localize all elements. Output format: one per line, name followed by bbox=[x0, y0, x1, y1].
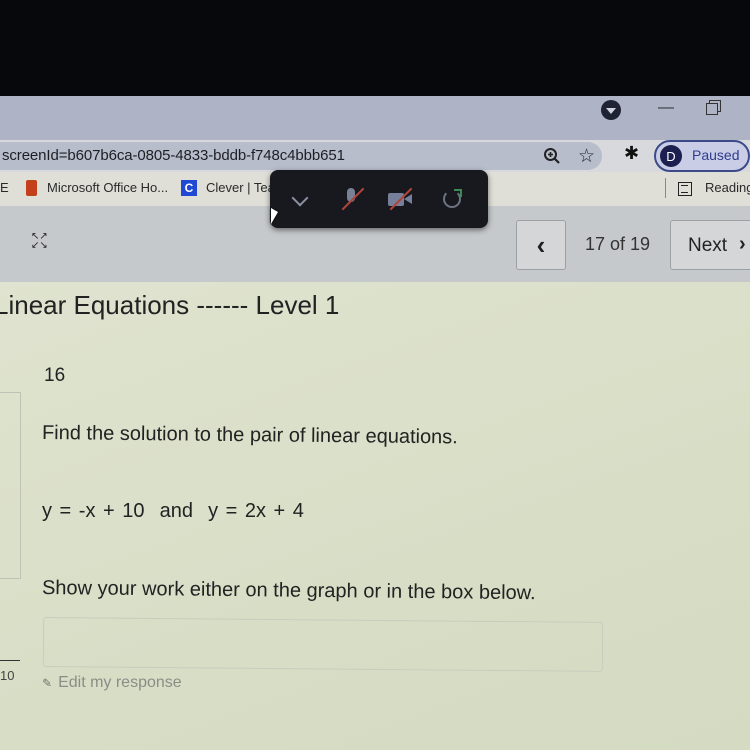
edit-response-link[interactable]: ✏ Edit my response bbox=[38, 674, 182, 692]
side-score: 10 bbox=[0, 668, 15, 683]
clever-icon: C bbox=[181, 180, 197, 196]
muted-slash bbox=[341, 187, 365, 211]
page-title: Linear Equations ------ Level 1 bbox=[0, 290, 340, 320]
microsoft-office-icon bbox=[26, 180, 37, 196]
chevron-down-icon[interactable] bbox=[289, 188, 317, 212]
omnibox[interactable]: screenId=b607b6ca-0805-4833-bddb-f748c4b… bbox=[0, 142, 602, 170]
reading-list-icon bbox=[678, 182, 692, 196]
question-prompt: Find the solution to the pair of linear … bbox=[41, 422, 458, 449]
address-bar: screenId=b607b6ca-0805-4833-bddb-f748c4b… bbox=[0, 140, 750, 172]
profile-status: Paused bbox=[692, 147, 740, 163]
restore-button[interactable] bbox=[706, 100, 721, 115]
reading-list-button[interactable]: Reading bbox=[705, 180, 750, 195]
star-icon[interactable]: ☆ bbox=[578, 145, 595, 168]
profile-button[interactable]: D Paused bbox=[654, 140, 750, 172]
bookmark-microsoft-office[interactable]: Microsoft Office Ho... bbox=[47, 180, 168, 195]
previous-button[interactable]: ‹ bbox=[516, 220, 566, 270]
profile-dropdown-icon[interactable] bbox=[601, 100, 621, 120]
fullscreen-icon[interactable]: ↖↗ ↙↘ bbox=[31, 232, 51, 252]
mic-muted-icon[interactable] bbox=[338, 187, 366, 212]
minimize-button[interactable]: — bbox=[656, 98, 676, 118]
next-button[interactable]: Next › bbox=[670, 220, 750, 270]
equations: y = -x + 10 and y = 2x + 4 bbox=[42, 500, 304, 522]
pencil-icon: ✏ bbox=[38, 674, 56, 692]
bookmark-clever[interactable]: Clever | Tea bbox=[206, 180, 275, 195]
zoom-in-icon[interactable] bbox=[543, 147, 561, 165]
share-screen-icon[interactable] bbox=[440, 188, 468, 212]
page-indicator: 17 of 19 bbox=[585, 234, 651, 254]
monitor-bezel bbox=[0, 0, 750, 96]
puzzle-icon[interactable]: ✱ bbox=[624, 143, 639, 164]
side-divider bbox=[0, 660, 20, 661]
question-number: 16 bbox=[44, 365, 66, 386]
response-box[interactable] bbox=[42, 617, 604, 672]
side-panel bbox=[0, 392, 21, 579]
avatar: D bbox=[660, 145, 682, 167]
bookmarks-divider bbox=[665, 178, 666, 198]
browser-titlebar: — bbox=[0, 96, 750, 140]
edit-response-label: Edit my response bbox=[58, 674, 182, 691]
mouse-cursor bbox=[271, 208, 278, 224]
bookmark-e[interactable]: E bbox=[0, 180, 9, 195]
meeting-toolbar bbox=[270, 170, 488, 228]
instruction-text: Show your work either on the graph or in… bbox=[41, 577, 536, 605]
video-off-slash bbox=[389, 187, 413, 211]
question-content: Linear Equations ------ Level 1 10 16 Fi… bbox=[0, 282, 750, 750]
url-text[interactable]: screenId=b607b6ca-0805-4833-bddb-f748c4b… bbox=[2, 147, 345, 164]
video-off-icon[interactable] bbox=[386, 187, 414, 212]
next-label: Next bbox=[688, 235, 728, 256]
chevron-right-icon: › bbox=[739, 233, 746, 255]
